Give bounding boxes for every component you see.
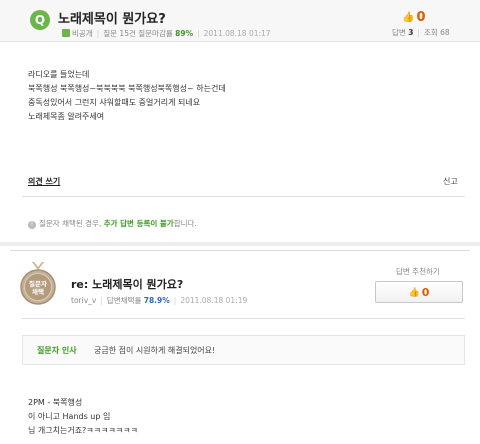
question-stats-label: 질문 15건 질문마감률: [103, 29, 173, 38]
answers-label: 답변: [392, 28, 406, 37]
answer-body: 2PM - 북쪽행성 이 아니고 Hands up 임 님 개그치는거죠?ㅋㅋㅋ…: [28, 396, 138, 438]
views-label: 조회: [423, 28, 438, 37]
answer-rate-label: 답변채택률: [106, 296, 142, 305]
question-icon: Q: [30, 10, 50, 30]
recommend-count: 0: [421, 285, 430, 299]
asker-comment-label: 질문자 인사: [37, 346, 77, 355]
write-opinion-link[interactable]: 의견 쓰기: [28, 176, 60, 187]
asker-comment-box: 질문자 인사 궁금한 점이 시원하게 해결되었어요!: [22, 335, 465, 365]
answers-count: 3: [408, 28, 414, 37]
medal-line1: 질문자: [29, 279, 47, 288]
thumbs-up-icon: 👍: [408, 287, 420, 298]
answer-date: 2011.08.18 01:19: [180, 296, 248, 305]
selected-answer-medal-icon: 질문자 채택: [20, 262, 56, 305]
close-rate: 89%: [175, 29, 194, 38]
answer-author[interactable]: toriv_v: [71, 296, 96, 305]
section-separator-line: [10, 250, 470, 251]
anonymous-user-icon: [62, 29, 70, 37]
question-meta: 비공개 | 질문 15건 질문마감률 89% | 2011.08.18 01:17: [62, 28, 271, 39]
question-line: 북쪽행성 북쪽행성~북북북북 북쪽행성북쪽행성~ 하는건데: [28, 84, 226, 93]
answer-view-stats: 답변 3 | 조회 68: [392, 28, 450, 37]
recommend-label: 답변 추천하기: [396, 267, 440, 276]
recommend-button[interactable]: 👍 0: [375, 281, 463, 303]
question-author: 비공개: [72, 29, 93, 38]
question-line: 라디오를 들었는데: [28, 70, 90, 79]
report-link[interactable]: 신고: [443, 176, 458, 187]
answer-line: 2PM - 북쪽행성: [28, 398, 83, 407]
views-count: 68: [440, 28, 450, 37]
section-separator: [0, 242, 480, 246]
answer-title[interactable]: re: 노래제목이 뭔가요?: [71, 276, 183, 292]
thumbs-up-icon: 👍: [402, 12, 415, 23]
thumb-count: 0: [416, 10, 426, 25]
asker-comment-text: 궁금한 점이 시원하게 해결되었어요!: [94, 346, 216, 355]
question-body: 라디오를 들었는데 북쪽행성 북쪽행성~북북북북 북쪽행성북쪽행성~ 하는건데 …: [28, 68, 226, 124]
answer-line: 이 아니고 Hands up 임: [28, 412, 111, 421]
question-header: Q 노래제목이 뭔가요? 비공개 | 질문 15건 질문마감률 89% | 2011.0…: [0, 0, 480, 42]
question-line: 노래제목좀 알려주세여: [28, 112, 105, 121]
info-icon: !: [28, 221, 36, 229]
question-date: 2011.08.18 01:17: [203, 29, 271, 38]
medal-line2: 채택: [32, 287, 44, 296]
answer-rate: 78.9%: [143, 296, 170, 305]
question-title[interactable]: 노래제목이 뭔가요?: [58, 8, 166, 27]
answer-meta: toriv_v | 답변채택률 78.9% | 2011.08.18 01:19: [71, 296, 248, 305]
divider: [22, 318, 465, 319]
question-line: 중독성있어서 그런지 샤워할때도 중얼거리게 되네요: [28, 98, 201, 107]
selection-notice: ! 질문자 채택된 경우, 추가 답변 등록이 불가합니다.: [28, 218, 197, 229]
question-thumb[interactable]: 👍 0: [402, 7, 426, 26]
answer-line: 님 개그치는거죠?ㅋㅋㅋㅋㅋㅋㅋ: [28, 426, 138, 435]
divider: [22, 196, 465, 197]
